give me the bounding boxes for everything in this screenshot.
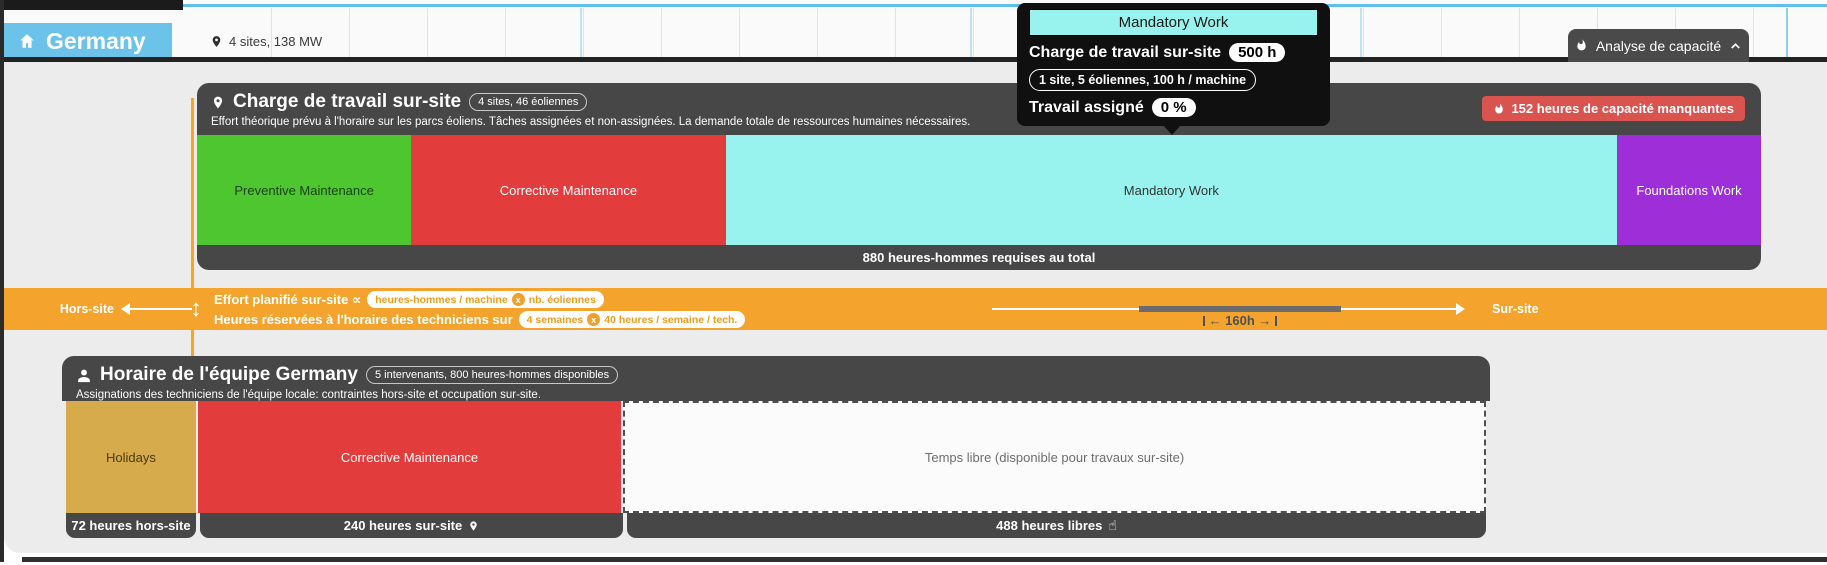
reserved-formula-pill: 4 semaines x 40 heures / semaine / tech. xyxy=(519,311,746,328)
workload-total-text: 880 heures-hommes requises au total xyxy=(863,250,1096,265)
hours-text: 240 heures sur-site xyxy=(344,518,463,533)
arrowhead-right-icon xyxy=(1456,303,1465,315)
person-icon xyxy=(76,367,92,384)
workload-total-footer: 880 heures-hommes requises au total xyxy=(197,245,1761,270)
missing-capacity-text: 152 heures de capacité manquantes xyxy=(1511,101,1734,116)
effort-label: Effort planifié sur-site ∝ xyxy=(214,292,361,308)
segment-label: Temps libre (disponible pour travaux sur… xyxy=(925,450,1184,465)
workload-segment-corrective[interactable]: Corrective Maintenance xyxy=(411,135,725,245)
effort-formula-pill: heures-hommes / machine x nb. éoliennes xyxy=(367,291,604,308)
timeline-end-line xyxy=(1786,8,1788,57)
timeline-week-line xyxy=(1360,8,1362,57)
workload-bar: Preventive Maintenance Corrective Mainte… xyxy=(197,135,1761,245)
capacity-analysis-toggle[interactable]: Analyse de capacité xyxy=(1568,29,1749,62)
workload-segment-preventive[interactable]: Preventive Maintenance xyxy=(197,135,411,245)
timeline-gridlines xyxy=(194,8,1794,57)
tooltip-arrow-icon xyxy=(1163,125,1181,135)
flame-icon xyxy=(1493,102,1505,116)
arrowhead-left-icon xyxy=(121,303,130,315)
capacity-measure-label: ← 160h → xyxy=(1140,313,1340,328)
segment-tooltip: Mandatory Work Charge de travail sur-sit… xyxy=(1017,3,1330,126)
segment-label: Preventive Maintenance xyxy=(234,183,373,198)
team-panel-subtitle: Assignations des techniciens de l'équipe… xyxy=(76,389,1476,401)
sites-summary: 4 sites, 138 MW xyxy=(210,23,322,59)
measure-text: ← 160h → xyxy=(1209,313,1272,328)
offsite-label: Hors-site xyxy=(4,288,114,330)
pointing-hand-icon: ☝ xyxy=(1108,517,1117,534)
sites-summary-text: 4 sites, 138 MW xyxy=(229,34,322,49)
top-black-strip xyxy=(0,0,183,10)
team-panel-title: Horaire de l'équipe Germany xyxy=(100,364,358,386)
hours-text: 72 heures hors-site xyxy=(71,518,190,533)
free-hours-footer: 488 heures libres ☝ xyxy=(627,513,1486,538)
team-segment-holidays[interactable]: Holidays xyxy=(66,401,196,513)
location-pin-icon xyxy=(210,34,223,49)
team-schedule-panel: Horaire de l'équipe Germany 5 intervenan… xyxy=(62,356,1490,538)
offsite-arrow-line xyxy=(128,308,192,310)
capacity-flow-band: Hors-site ↕ Effort planifié sur-site ∝ h… xyxy=(4,288,1827,330)
top-accent-line xyxy=(4,4,1827,7)
timeline-week-line xyxy=(580,8,582,57)
formula-left: 4 semaines xyxy=(527,314,584,326)
page-left-border xyxy=(0,0,4,562)
region-breadcrumb-germany[interactable]: Germany xyxy=(4,23,172,59)
workload-sites-badge: 4 sites, 46 éoliennes xyxy=(469,93,587,111)
offsite-hours-footer: 72 heures hors-site xyxy=(66,513,196,538)
flame-icon xyxy=(1575,38,1588,53)
tooltip-assigned-value: 0 % xyxy=(1152,98,1196,117)
workload-panel: Charge de travail sur-site 4 sites, 46 é… xyxy=(197,83,1761,270)
page-bottom-border xyxy=(22,557,1827,562)
capacity-overlap-segment xyxy=(1139,306,1341,312)
segment-label: Foundations Work xyxy=(1636,183,1741,198)
tooltip-workload-label: Charge de travail sur-site xyxy=(1029,44,1221,62)
location-pin-icon xyxy=(211,94,225,111)
region-label: Germany xyxy=(46,28,146,55)
onsite-label: Sur-site xyxy=(1492,288,1539,330)
formula-left: heures-hommes / machine xyxy=(375,294,507,306)
workload-segment-mandatory[interactable]: Mandatory Work xyxy=(726,135,1617,245)
team-hours-footers: 72 heures hors-site 240 heures sur-site … xyxy=(62,513,1490,538)
multiply-icon: x xyxy=(512,293,525,306)
team-capacity-badge: 5 intervenants, 800 heures-hommes dispon… xyxy=(366,366,618,384)
reserved-label: Heures réservées à l'horaire des technic… xyxy=(214,312,513,327)
onsite-hours-footer: 240 heures sur-site xyxy=(200,513,623,538)
tooltip-detail-pill: 1 site, 5 éoliennes, 100 h / machine xyxy=(1029,69,1256,91)
team-panel-header: Horaire de l'équipe Germany 5 intervenan… xyxy=(62,356,1490,401)
chevron-up-icon xyxy=(1729,39,1742,52)
missing-capacity-badge[interactable]: 152 heures de capacité manquantes xyxy=(1482,96,1745,121)
capacity-toggle-label: Analyse de capacité xyxy=(1596,38,1721,54)
formula-right: 40 heures / semaine / tech. xyxy=(604,314,737,326)
measure-bar-icon xyxy=(1203,316,1205,326)
timeline-week-line xyxy=(970,8,972,57)
team-segment-corrective[interactable]: Corrective Maintenance xyxy=(198,401,621,513)
segment-label: Corrective Maintenance xyxy=(341,450,478,465)
segment-label: Holidays xyxy=(106,450,156,465)
updown-arrow-icon: ↕ xyxy=(184,288,208,330)
workload-segment-foundations[interactable]: Foundations Work xyxy=(1617,135,1761,245)
header-bottom-border xyxy=(0,57,1827,62)
workload-panel-title: Charge de travail sur-site xyxy=(233,91,461,113)
tooltip-assigned-label: Travail assigné xyxy=(1029,99,1144,117)
segment-label: Corrective Maintenance xyxy=(500,183,637,198)
tooltip-title: Mandatory Work xyxy=(1029,9,1318,36)
team-schedule-bar: Holidays Corrective Maintenance Temps li… xyxy=(62,401,1490,513)
home-icon xyxy=(18,32,36,50)
formula-right: nb. éoliennes xyxy=(529,294,596,306)
workload-panel-header: Charge de travail sur-site 4 sites, 46 é… xyxy=(197,83,1761,135)
measure-bar-icon xyxy=(1275,316,1277,326)
multiply-icon: x xyxy=(587,313,600,326)
tooltip-workload-value: 500 h xyxy=(1229,43,1285,62)
segment-label: Mandatory Work xyxy=(1124,183,1219,198)
hours-text: 488 heures libres xyxy=(996,518,1102,533)
location-pin-icon xyxy=(468,519,479,533)
team-segment-free-time[interactable]: Temps libre (disponible pour travaux sur… xyxy=(623,401,1486,513)
